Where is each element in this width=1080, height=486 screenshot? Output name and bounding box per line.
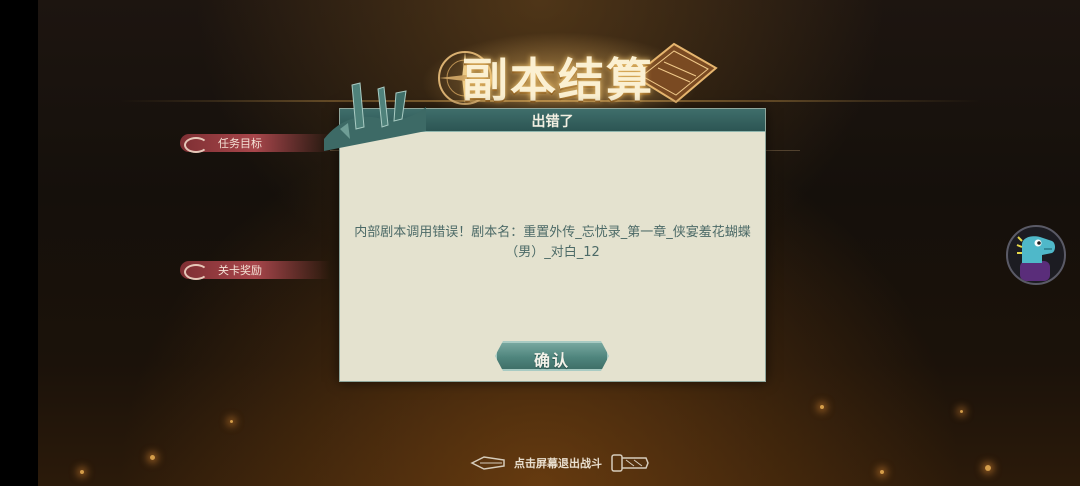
battle-settlement-screen[interactable]: 副本结算 任务目标 关卡奖励 出错了 内部剧本调用错误！剧本名：重置外传_忘忧录…: [0, 0, 1080, 486]
scroll-icon: [611, 454, 649, 472]
sparkle: [985, 465, 991, 471]
arrow-left-icon: [470, 456, 505, 470]
sparkle: [880, 470, 884, 474]
confirm-button-label: 确认: [533, 351, 570, 370]
reward-label: 关卡奖励: [218, 264, 262, 277]
sparkle: [960, 410, 963, 413]
screen-edge: [0, 0, 38, 486]
sparkle: [80, 470, 84, 474]
dinosaur-avatar-icon: [1016, 236, 1055, 281]
settlement-banner: 副本结算: [410, 28, 718, 128]
swirl-icon: [184, 137, 208, 153]
swirl-icon: [184, 264, 208, 280]
sparkle: [230, 420, 233, 423]
exit-hint-text: 点击屏幕退出战斗: [514, 457, 602, 470]
sword-ornament-icon: [324, 82, 426, 151]
banner-title: 副本结算: [462, 53, 654, 107]
error-message: 内部剧本调用错误！剧本名：重置外传_忘忧录_第一章_侠宴羞花蝴蝶（男）_对白_1…: [354, 225, 751, 260]
error-dialog: 出错了 内部剧本调用错误！剧本名：重置外传_忘忧录_第一章_侠宴羞花蝴蝶（男）_…: [324, 82, 766, 382]
reward-label-tag: 关卡奖励: [180, 261, 330, 280]
sparkle: [820, 405, 824, 409]
objective-label-tag: 任务目标: [180, 134, 330, 153]
sparkle: [150, 455, 155, 460]
objective-label: 任务目标: [218, 137, 262, 150]
confirm-button[interactable]: 确认: [495, 341, 609, 371]
assistant-avatar[interactable]: [1006, 225, 1066, 285]
exit-battle-hint[interactable]: 点击屏幕退出战斗: [470, 452, 660, 474]
